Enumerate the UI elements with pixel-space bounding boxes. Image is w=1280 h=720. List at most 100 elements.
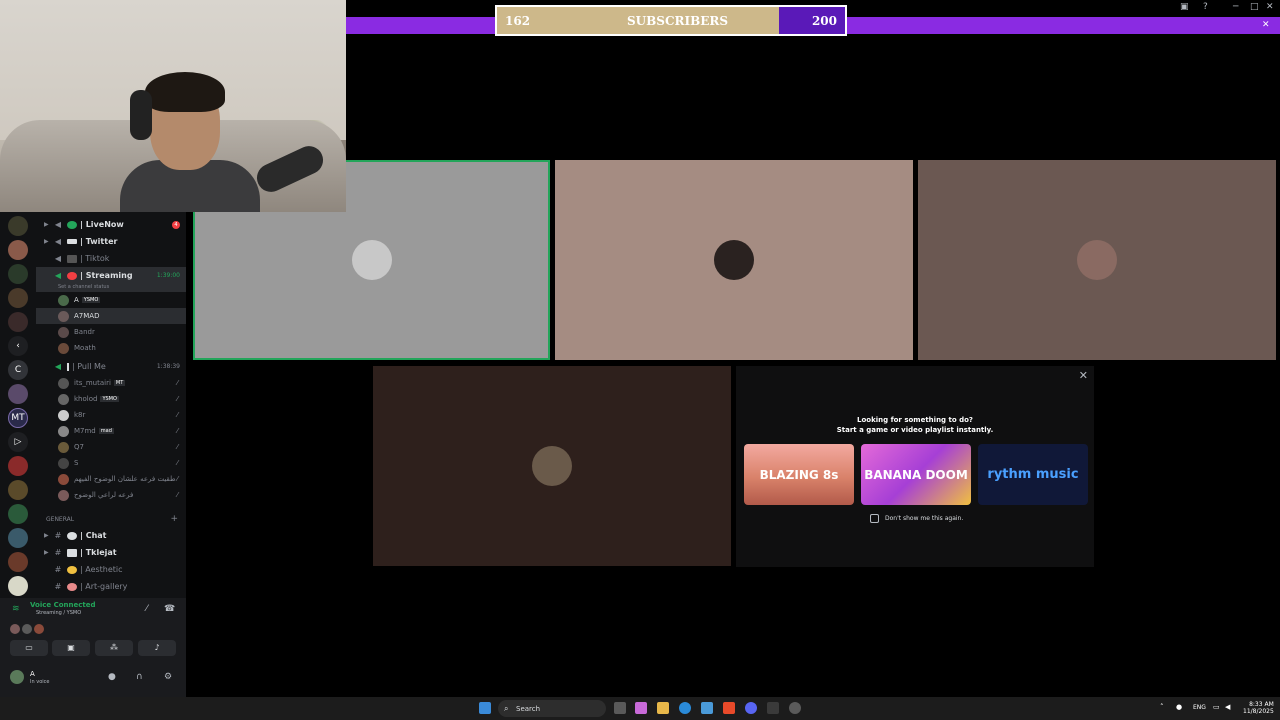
avatar [58, 342, 69, 354]
help-icon[interactable]: ? [1203, 2, 1208, 12]
store-icon[interactable] [701, 702, 713, 714]
speaker-icon: ◀ [54, 362, 62, 371]
server-icon[interactable] [8, 288, 28, 308]
file-explorer-icon[interactable] [657, 702, 669, 714]
disconnect-icon[interactable]: ☎ [164, 604, 175, 614]
clock[interactable]: 8:33 AM 11/8/2025 [1243, 701, 1274, 715]
megaphone-icon: ◀ [54, 254, 62, 263]
channel-art-gallery[interactable]: # | Art-gallery [36, 578, 186, 595]
voice-user[interactable]: A YSMO [36, 292, 186, 308]
voice-user[interactable]: Q7 ⁄ [36, 439, 186, 455]
server-icon[interactable] [8, 480, 28, 500]
channel-status[interactable]: Set a channel status [36, 284, 186, 292]
channel-aesthetic[interactable]: # | Aesthetic [36, 561, 186, 578]
screen-share-icon[interactable]: ▣ [1180, 2, 1189, 12]
soundboard-button[interactable]: ♪ [138, 640, 176, 656]
voice-user[interactable]: فرعه لراعي الوضوح ⁄ [36, 487, 186, 503]
activity-card-rythm[interactable]: rythm music [978, 444, 1088, 505]
server-icon[interactable] [8, 384, 28, 404]
server-icon[interactable] [8, 240, 28, 260]
server-icon[interactable] [8, 576, 28, 596]
chevron-up-icon[interactable]: ˄ [1160, 703, 1164, 711]
voice-user[interactable]: Bandr [36, 324, 186, 340]
voice-user[interactable]: S ⁄ [36, 455, 186, 471]
voice-user[interactable]: its_mutairi MT ⁄ [36, 375, 186, 391]
activities-button[interactable]: ⁂ [95, 640, 133, 656]
server-icon[interactable] [8, 456, 28, 476]
windows-start-icon[interactable] [479, 702, 491, 714]
noise-suppression-icon[interactable]: ⁄ [146, 604, 148, 614]
voice-user[interactable]: M7md mad ⁄ [36, 423, 186, 439]
channel-tklejat[interactable]: ▶ # | Tklejat [36, 544, 186, 561]
minimize-icon[interactable]: ─ [1233, 2, 1238, 12]
deafened-icon: ⁄ [176, 379, 178, 387]
add-channel-icon[interactable]: + [170, 514, 178, 524]
channel-chat[interactable]: ▶ # | Chat [36, 527, 186, 544]
avatar [532, 446, 572, 486]
dont-show-checkbox[interactable] [870, 514, 879, 523]
channel-tiktok[interactable]: ◀ | Tiktok [36, 250, 186, 267]
avatar[interactable] [10, 670, 24, 684]
headphones-icon[interactable]: ∩ [136, 672, 143, 682]
network-icon[interactable]: ▭ [1213, 703, 1220, 711]
server-icon[interactable] [8, 264, 28, 284]
server-icon[interactable] [8, 216, 28, 236]
voice-connected-title[interactable]: Voice Connected [30, 601, 96, 609]
task-view-icon[interactable] [614, 702, 626, 714]
microphone-icon[interactable]: ● [108, 672, 116, 682]
avatar [58, 294, 69, 306]
video-tile[interactable] [918, 160, 1276, 360]
category-general[interactable]: GENERAL + [36, 511, 186, 527]
signal-icon[interactable]: ≋ [12, 604, 20, 614]
volume-icon[interactable]: ◀ [1225, 703, 1230, 711]
channel-emoji [67, 220, 77, 229]
edge-icon[interactable] [679, 702, 691, 714]
voice-connected-channel[interactable]: Streaming / YSMO [36, 610, 81, 616]
avatar [58, 409, 69, 421]
camera-button[interactable]: ▭ [10, 640, 48, 656]
server-icon[interactable]: ‹ [8, 336, 28, 356]
server-icon[interactable]: ▷ [8, 432, 28, 452]
server-icon[interactable] [8, 504, 28, 524]
taskbar-search[interactable]: ⌕ Search [498, 700, 606, 717]
user-name: kholod [74, 395, 98, 403]
voice-user[interactable]: k8r ⁄ [36, 407, 186, 423]
discord-icon[interactable] [745, 702, 757, 714]
server-icon[interactable] [8, 528, 28, 548]
avatar [34, 624, 44, 634]
voice-user[interactable]: طقيت فرعه علشان الوضوح الفيهم ⁄ [36, 471, 186, 487]
maximize-icon[interactable]: □ [1250, 2, 1259, 12]
microphone-tray-icon[interactable]: ● [1176, 703, 1182, 711]
channel-emoji [67, 362, 69, 371]
activity-card-banana-doom[interactable]: BANANA DOOM [861, 444, 971, 505]
channel-pull-me[interactable]: ◀ | Pull Me 1:38:39 [36, 358, 186, 375]
language-indicator[interactable]: ENG [1193, 704, 1206, 711]
brave-icon[interactable] [723, 702, 735, 714]
channel-livenow[interactable]: ▶ ◀ | LiveNow 4 [36, 216, 186, 233]
server-icon-c[interactable]: C [8, 360, 28, 380]
close-icon[interactable]: ✕ [1079, 369, 1088, 382]
server-icon[interactable] [8, 312, 28, 332]
close-overlay-icon[interactable]: ✕ [1262, 20, 1270, 30]
dont-show-label[interactable]: Don't show me this again. [885, 515, 963, 522]
obs-icon[interactable] [789, 702, 801, 714]
video-tile[interactable] [373, 366, 731, 566]
screen-share-button[interactable]: ▣ [52, 640, 90, 656]
app-icon[interactable] [767, 702, 779, 714]
voice-user[interactable]: A7MAD [36, 308, 186, 324]
gear-icon[interactable]: ⚙ [164, 672, 172, 682]
close-window-icon[interactable]: ✕ [1266, 2, 1274, 12]
chevron-right-icon: ▶ [44, 532, 49, 539]
channel-emoji [67, 254, 77, 263]
activity-card-blazing-8s[interactable]: BLAZING 8s [744, 444, 854, 505]
server-icon-mt[interactable]: MT [8, 408, 28, 428]
activity-subtitle: Start a game or video playlist instantly… [836, 426, 994, 434]
copilot-icon[interactable] [635, 702, 647, 714]
server-icon[interactable] [8, 552, 28, 572]
channel-twitter[interactable]: ▶ ◀ | Twitter [36, 233, 186, 250]
video-tile[interactable] [555, 160, 913, 360]
voice-user[interactable]: kholod YSMO ⁄ [36, 391, 186, 407]
voice-user[interactable]: Moath [36, 340, 186, 356]
current-user-name[interactable]: A [30, 670, 35, 678]
channel-streaming[interactable]: ◀ | Streaming 1:39:00 [36, 267, 186, 284]
